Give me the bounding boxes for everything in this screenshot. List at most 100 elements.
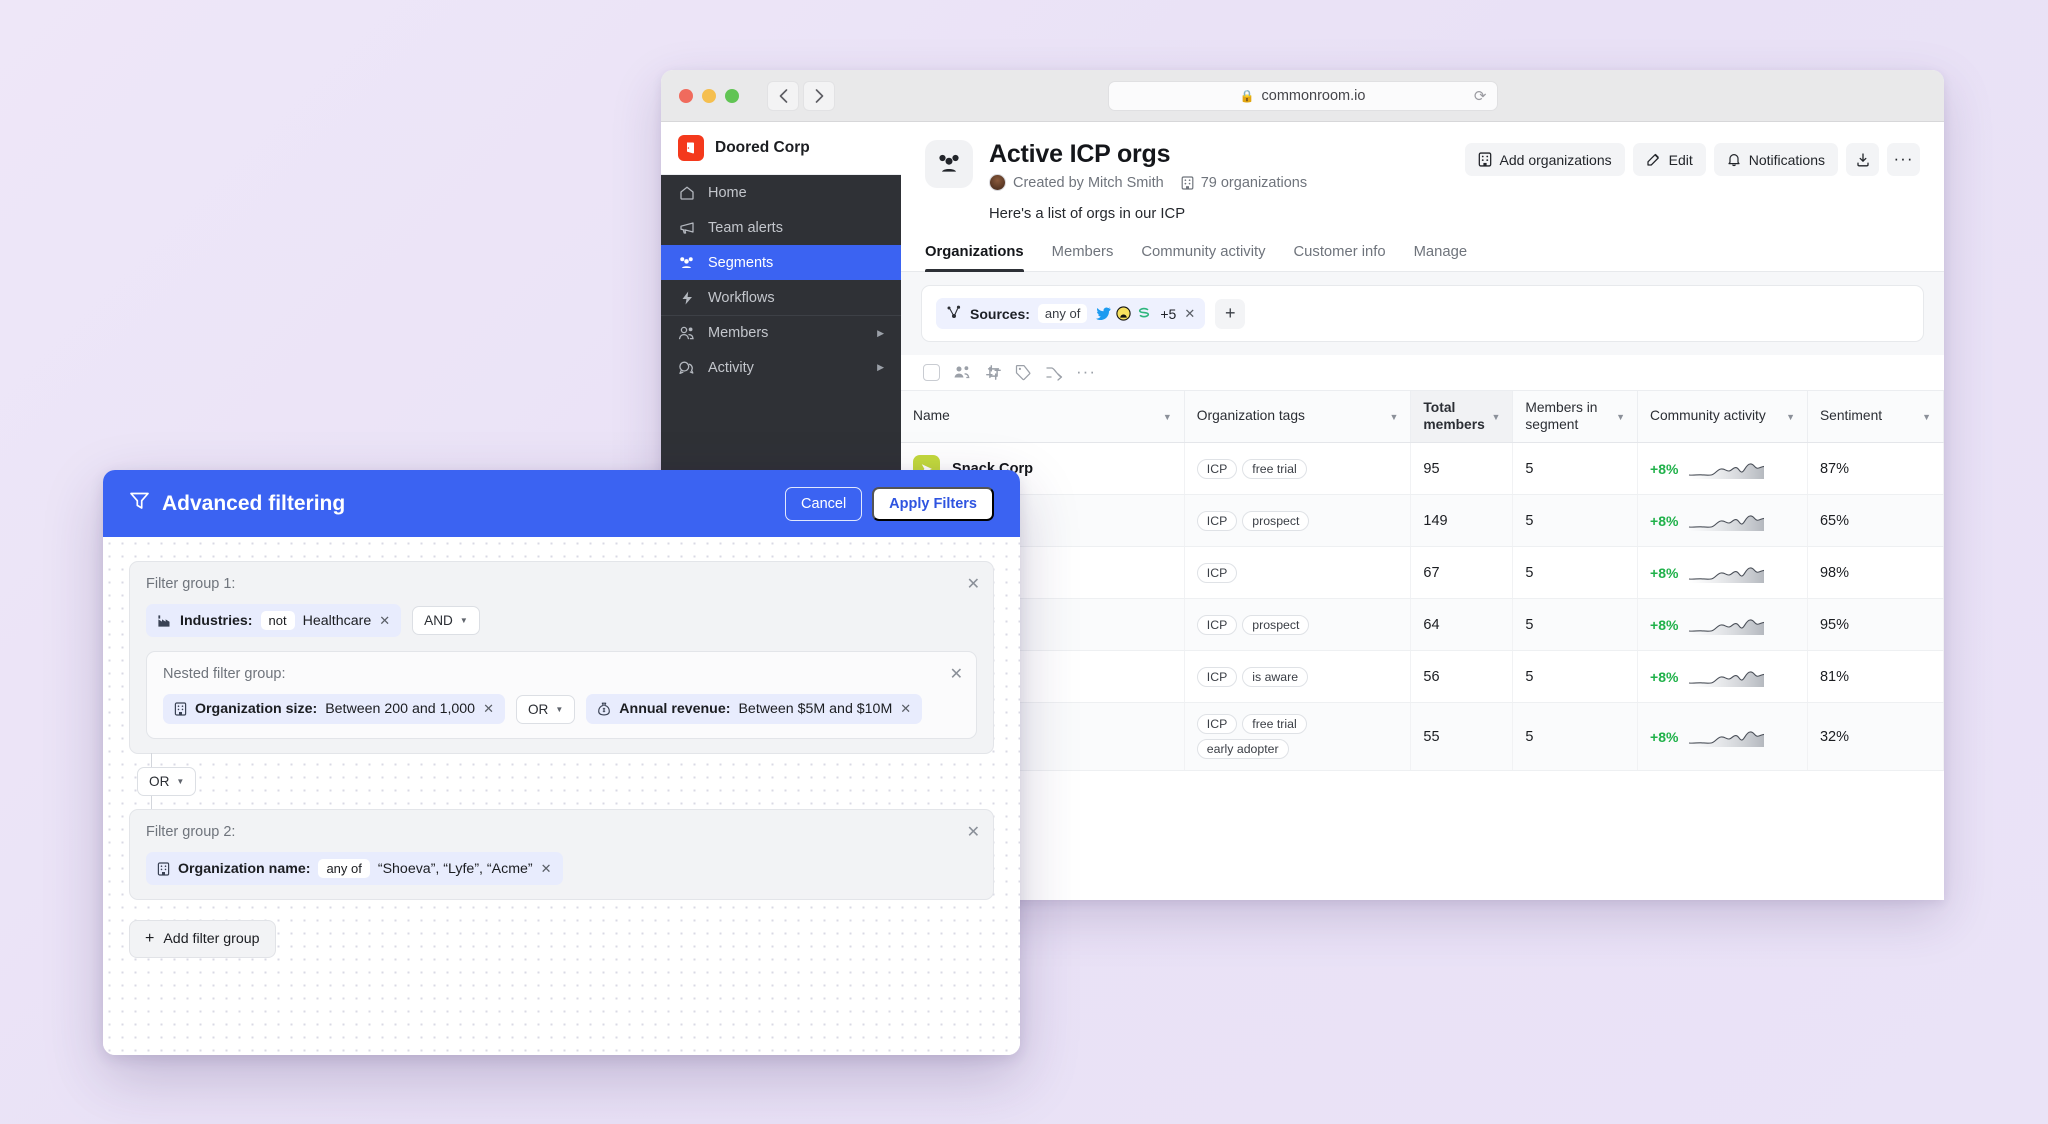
page-header: Active ICP orgs Created by Mitch Smith 7… xyxy=(901,122,1944,222)
building-icon xyxy=(174,702,187,716)
sidebar-item-segments[interactable]: Segments xyxy=(661,245,901,280)
tag-badge[interactable]: prospect xyxy=(1242,615,1309,635)
group1-operator-button[interactable]: AND ▼ xyxy=(412,606,480,635)
sources-filter-chip[interactable]: Sources: any of xyxy=(936,298,1205,329)
close-icon[interactable]: ✕ xyxy=(967,822,980,842)
brand[interactable]: Doored Corp xyxy=(661,122,901,175)
tag-badge[interactable]: prospect xyxy=(1242,511,1309,531)
slack-icon[interactable] xyxy=(985,364,1002,381)
cell-sentiment: 95% xyxy=(1807,599,1943,651)
home-icon xyxy=(678,185,695,201)
column-header-community-activity[interactable]: Community activity▼ xyxy=(1638,391,1808,443)
cell-sentiment: 81% xyxy=(1807,651,1943,703)
tag-badge[interactable]: ICP xyxy=(1197,714,1238,734)
tab-manage[interactable]: Manage xyxy=(1414,244,1467,271)
close-icon[interactable]: ✕ xyxy=(379,613,390,629)
brand-name: Doored Corp xyxy=(715,139,810,157)
between-groups-operator-button[interactable]: OR ▼ xyxy=(137,767,196,796)
table-toolbar: ··· xyxy=(901,355,1944,391)
address-bar[interactable]: 🔒 commonroom.io ⟳ xyxy=(1108,81,1498,111)
table-row[interactable]: ❀SwitchICPfree trialearly adopter555+8%3… xyxy=(901,703,1944,771)
table-row[interactable]: ✳GlorpICPis aware565+8%81% xyxy=(901,651,1944,703)
sparkline-chart xyxy=(1688,666,1766,688)
filter-group-1-label: Filter group 1: xyxy=(146,576,977,592)
sidebar-item-workflows[interactable]: Workflows xyxy=(661,280,901,315)
tag-badge[interactable]: ICP xyxy=(1197,615,1238,635)
minimize-window-button[interactable] xyxy=(702,89,716,103)
column-label: Name xyxy=(913,408,950,425)
edit-button[interactable]: Edit xyxy=(1633,143,1706,176)
tag-badge[interactable]: ICP xyxy=(1197,459,1238,479)
close-icon[interactable]: ✕ xyxy=(900,701,911,717)
organization-size-filter-chip[interactable]: Organization size: Between 200 and 1,000… xyxy=(163,694,505,724)
sidebar-item-members[interactable]: Members ▶ xyxy=(661,315,901,350)
title-row: Active ICP orgs Created by Mitch Smith 7… xyxy=(989,140,1920,191)
advanced-filtering-modal: Advanced filtering Cancel Apply Filters … xyxy=(103,470,1020,1055)
filter-group-2: ✕ Filter group 2: Organization name: any… xyxy=(129,809,994,900)
chevron-down-icon: ▼ xyxy=(555,705,563,714)
column-label: Sentiment xyxy=(1820,408,1882,425)
table-row[interactable]: ◐Lyfe IncICP675+8%98% xyxy=(901,547,1944,599)
column-header-name[interactable]: Name▼ xyxy=(901,391,1184,443)
column-header-organization-tags[interactable]: Organization tags▼ xyxy=(1184,391,1411,443)
sidebar-item-activity[interactable]: Activity ▶ xyxy=(661,350,901,385)
annual-revenue-filter-chip[interactable]: Annual revenue: Between $5M and $10M ✕ xyxy=(586,694,922,724)
merge-icon[interactable] xyxy=(1045,364,1063,381)
chevron-down-icon: ▼ xyxy=(1786,412,1795,422)
sidebar-item-team-alerts[interactable]: Team alerts xyxy=(661,210,901,245)
notifications-button[interactable]: Notifications xyxy=(1714,143,1838,176)
more-options-button[interactable]: ··· xyxy=(1887,143,1920,176)
tag-icon[interactable] xyxy=(1015,364,1032,381)
reload-icon[interactable]: ⟳ xyxy=(1474,87,1487,105)
filter-operator: any of xyxy=(318,859,369,878)
add-filter-group-button[interactable]: + Add filter group xyxy=(129,920,276,958)
apply-filters-button[interactable]: Apply Filters xyxy=(872,487,994,521)
industries-filter-chip[interactable]: Industries: not Healthcare ✕ xyxy=(146,604,401,637)
close-icon[interactable]: ✕ xyxy=(1184,306,1195,322)
tag-badge[interactable]: ICP xyxy=(1197,563,1238,583)
nested-operator-button[interactable]: OR ▼ xyxy=(516,695,575,724)
back-button[interactable] xyxy=(767,81,799,111)
browser-chrome: 🔒 commonroom.io ⟳ xyxy=(661,70,1944,122)
add-organizations-button[interactable]: Add organizations xyxy=(1465,143,1625,176)
close-icon[interactable]: ✕ xyxy=(950,664,963,684)
column-header-members-in-segment[interactable]: Members in segment▼ xyxy=(1513,391,1638,443)
creator-meta: Created by Mitch Smith xyxy=(989,174,1164,191)
twitter-icon xyxy=(1095,305,1112,322)
tab-members[interactable]: Members xyxy=(1052,244,1114,271)
tag-badge[interactable]: ICP xyxy=(1197,511,1238,531)
organization-name-filter-chip[interactable]: Organization name: any of “Shoeva”, “Lyf… xyxy=(146,852,563,885)
tag-badge[interactable]: free trial xyxy=(1242,714,1306,734)
close-window-button[interactable] xyxy=(679,89,693,103)
cell-members-in-segment: 5 xyxy=(1513,443,1638,495)
select-all-checkbox[interactable] xyxy=(923,364,940,381)
tab-organizations[interactable]: Organizations xyxy=(925,244,1024,271)
tag-badge[interactable]: early adopter xyxy=(1197,739,1289,759)
maximize-window-button[interactable] xyxy=(725,89,739,103)
forward-button[interactable] xyxy=(803,81,835,111)
cancel-button[interactable]: Cancel xyxy=(785,487,862,521)
close-icon[interactable]: ✕ xyxy=(967,574,980,594)
tab-community-activity[interactable]: Community activity xyxy=(1141,244,1265,271)
nested-filter-group: ✕ Nested filter group: Organization size… xyxy=(146,651,977,739)
discord-icon xyxy=(1115,305,1132,322)
tag-badge[interactable]: is aware xyxy=(1242,667,1308,687)
ellipsis-icon[interactable]: ··· xyxy=(1076,367,1096,377)
org-count-label: 79 organizations xyxy=(1201,175,1307,191)
add-member-icon[interactable] xyxy=(953,364,972,381)
tag-badge[interactable]: free trial xyxy=(1242,459,1306,479)
close-icon[interactable]: ✕ xyxy=(483,701,494,717)
cell-organization-tags: ICPfree trial early adopter xyxy=(1184,703,1411,771)
table-row[interactable]: 👟ShoevaICPprospect1495+8%65% xyxy=(901,495,1944,547)
download-button[interactable] xyxy=(1846,143,1879,176)
add-filter-button[interactable]: + xyxy=(1215,299,1245,329)
column-header-sentiment[interactable]: Sentiment▼ xyxy=(1807,391,1943,443)
column-header-total-members[interactable]: Total members▼ xyxy=(1411,391,1513,443)
chevron-right-icon: ▶ xyxy=(877,362,884,373)
close-icon[interactable]: ✕ xyxy=(541,861,552,877)
tab-customer-info[interactable]: Customer info xyxy=(1294,244,1386,271)
tag-badge[interactable]: ICP xyxy=(1197,667,1238,687)
sidebar-item-home[interactable]: Home xyxy=(661,175,901,210)
table-row[interactable]: ▢GoopyICPprospect645+8%95% xyxy=(901,599,1944,651)
table-row[interactable]: ➤Snack CorpICPfree trial955+8%87% xyxy=(901,443,1944,495)
